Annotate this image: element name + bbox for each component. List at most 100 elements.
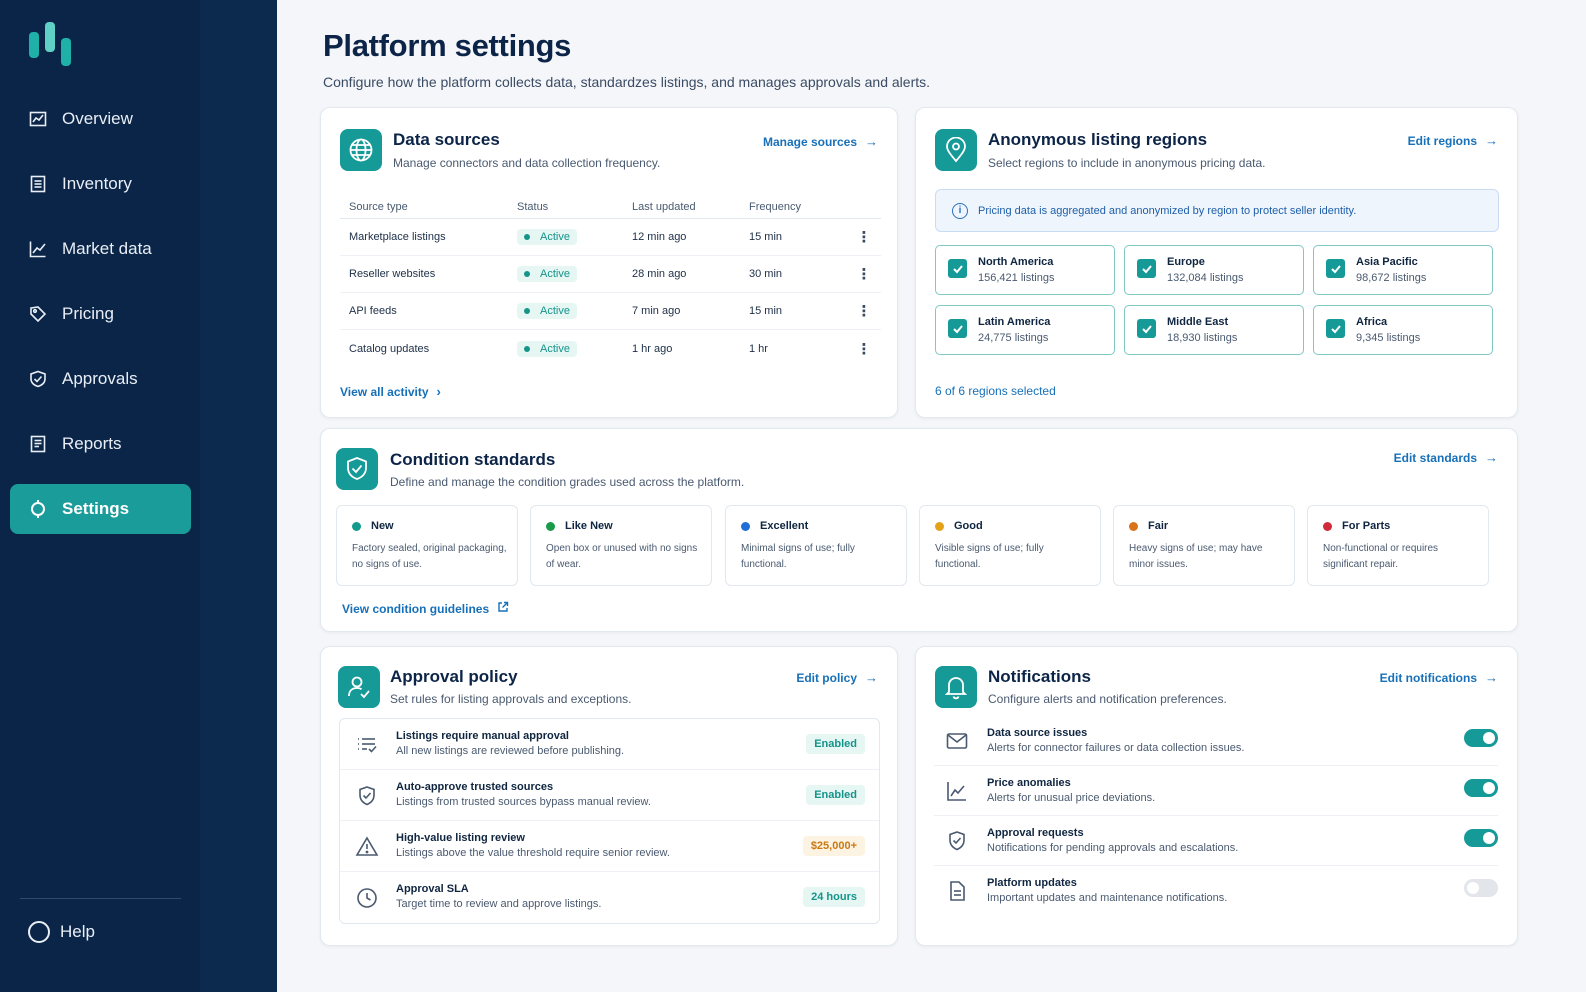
sidebar-item-pricing[interactable]: Pricing [10,289,191,339]
arrow-right-icon: → [865,670,878,685]
line-chart-icon [28,239,48,259]
condition-excellent[interactable]: Excellent Minimal signs of use; fully fu… [725,505,907,586]
region-name: Europe [1167,256,1205,268]
list-item: Data source issues Alerts for connector … [934,716,1498,766]
checkbox-checked-icon[interactable] [1137,319,1156,338]
chart-icon [28,109,48,129]
tag-icon [28,304,48,324]
sidebar-divider [20,898,181,899]
toggle-switch[interactable] [1464,879,1498,897]
condition-good[interactable]: Good Visible signs of use; fully functio… [919,505,1101,586]
data-sources-card: Data sources Manage connectors and data … [320,107,898,418]
view-all-activity-link[interactable]: View all activity › [340,384,441,399]
more-menu-icon[interactable]: ⋮ [847,265,881,283]
condition-desc: Heavy signs of use; may have minor issue… [1129,543,1263,570]
frequency: 15 min [749,305,783,317]
checkbox-checked-icon[interactable] [948,319,967,338]
notification-desc: Alerts for unusual price deviations. [987,792,1156,804]
gear-icon [28,499,48,519]
region-latin-america[interactable]: Latin America 24,775 listings [935,305,1115,355]
notifications-card: Notifications Configure alerts and notif… [915,646,1518,946]
status-badge[interactable]: Enabled [806,785,865,805]
chevron-right-icon: › [436,384,441,399]
edit-regions-link[interactable]: Edit regions → [1408,133,1498,148]
toggle-switch[interactable] [1464,729,1498,747]
sidebar-nav: Overview Inventory Market data Pricing A… [10,94,191,549]
last-updated: 7 min ago [632,305,681,317]
notification-title: Data source issues [987,727,1088,739]
condition-name: New [371,520,394,532]
more-menu-icon[interactable]: ⋮ [847,302,881,320]
condition-new[interactable]: New Factory sealed, original packaging, … [336,505,518,586]
region-count: 156,421 listings [978,272,1055,284]
link-label: Manage sources [762,134,857,149]
table-row: Marketplace listings Active 12 min ago 1… [340,219,881,256]
toggle-switch[interactable] [1464,779,1498,797]
edit-standards-link[interactable]: Edit standards → [1394,450,1498,465]
rule-desc: Target time to review and approve listin… [396,898,602,910]
region-africa[interactable]: Africa 9,345 listings [1313,305,1493,355]
sla-badge[interactable]: 24 hours [803,887,865,907]
sidebar-item-overview[interactable]: Overview [10,94,191,144]
rule-desc: All new listings are reviewed before pub… [396,745,625,757]
edit-policy-link[interactable]: Edit policy → [796,670,878,685]
edit-notifications-link[interactable]: Edit notifications → [1380,670,1498,685]
condition-like-new[interactable]: Like New Open box or unused with no sign… [530,505,712,586]
logo [28,20,76,68]
status-dot-icon [935,521,944,531]
help-link[interactable]: Help [28,921,95,943]
list-item: Platform updates Important updates and m… [934,866,1498,916]
source-type: API feeds [349,305,397,317]
condition-for-parts[interactable]: For Parts Non-functional or requires sig… [1307,505,1489,586]
approval-policy-card: Approval policy Set rules for listing ap… [320,646,898,946]
arrow-right-icon: → [1485,670,1498,685]
shield-check-icon [355,784,379,808]
last-updated: 1 hr ago [632,342,673,355]
sidebar-item-reports[interactable]: Reports [10,419,191,469]
manage-sources-link[interactable]: Manage sources → [763,134,878,149]
condition-name: Like New [565,520,613,532]
globe-icon [340,129,382,171]
shield-check-icon [945,829,969,853]
checkbox-checked-icon[interactable] [1137,259,1156,278]
approval-rules-list: Listings require manual approval All new… [339,718,880,924]
arrow-right-icon: → [1485,450,1498,465]
sidebar-item-label: Reports [62,434,122,453]
condition-name: Fair [1148,520,1169,532]
notification-title: Price anomalies [987,777,1071,789]
link-label: View all activity [340,384,429,399]
condition-fair[interactable]: Fair Heavy signs of use; may have minor … [1113,505,1295,586]
more-menu-icon[interactable]: ⋮ [847,228,881,246]
sidebar-item-market-data[interactable]: Market data [10,224,191,274]
data-sources-table: Source type Status Last updated Frequenc… [340,195,881,367]
frequency: 30 min [749,268,783,280]
arrow-right-icon: → [865,134,878,149]
clock-icon [355,886,379,910]
threshold-badge[interactable]: $25,000+ [802,836,865,856]
region-name: Asia Pacific [1356,256,1418,268]
region-middle-east[interactable]: Middle East 18,930 listings [1124,305,1304,355]
sidebar-item-settings[interactable]: Settings [10,484,191,534]
region-europe[interactable]: Europe 132,084 listings [1124,245,1304,295]
region-north-america[interactable]: North America 156,421 listings [935,245,1115,295]
toggle-switch[interactable] [1464,829,1498,847]
region-count: 98,672 listings [1356,272,1427,284]
table-row: API feeds Active 7 min ago 15 min ⋮ [340,293,881,330]
more-menu-icon[interactable]: ⋮ [847,340,881,358]
last-updated: 12 min ago [632,231,687,243]
checkbox-checked-icon[interactable] [1326,259,1345,278]
shield-check-icon [28,369,48,389]
status-badge[interactable]: Enabled [806,734,865,754]
condition-desc: Factory sealed, original packaging, no s… [352,543,507,570]
sidebar-item-approvals[interactable]: Approvals [10,354,191,404]
view-condition-guidelines-link[interactable]: View condition guidelines [342,601,509,616]
user-check-icon [338,666,380,708]
checkbox-checked-icon[interactable] [1326,319,1345,338]
rule-title: Auto-approve trusted sources [396,781,554,793]
checkbox-checked-icon[interactable] [948,259,967,278]
region-asia-pacific[interactable]: Asia Pacific 98,672 listings [1313,245,1493,295]
sidebar-item-inventory[interactable]: Inventory [10,159,191,209]
link-label: Edit notifications [1379,670,1477,685]
status-badge: Active [517,229,577,245]
document-icon [28,434,48,454]
